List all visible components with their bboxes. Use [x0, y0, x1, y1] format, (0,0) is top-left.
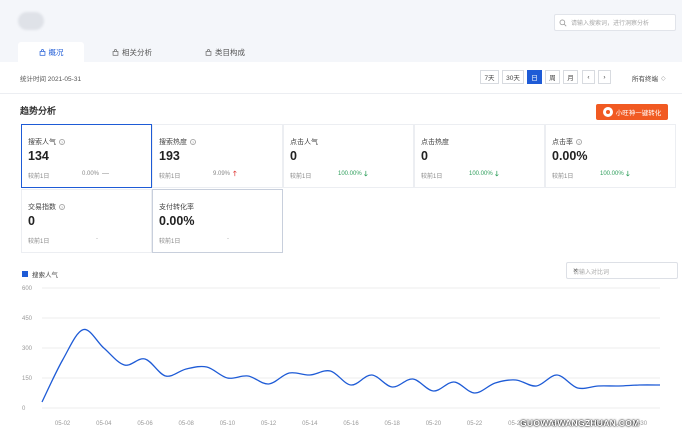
next-date-button[interactable]: ›: [598, 70, 611, 84]
help-icon: ?: [59, 139, 65, 145]
arrow-down-icon: 🡓: [495, 171, 499, 178]
legend-swatch: [22, 271, 28, 277]
metric-compare-label: 较前1日: [552, 174, 574, 180]
help-icon: ?: [190, 139, 196, 145]
tab-label: 相关分析: [122, 47, 152, 57]
metric-compare-label: 较前1日: [28, 239, 50, 245]
flat-trend-icon: —: [102, 170, 109, 177]
metric-change: -: [96, 236, 98, 242]
metric-card-click-rate[interactable]: 点击率? 0.00% 较前1日 100.00% 🡓: [545, 124, 676, 188]
watermark-text: GUOWAIWANGZHUAN.COM: [520, 418, 640, 428]
x-tick-label: 05-10: [220, 421, 236, 427]
tab-bar: 概况 相关分析 类目构成: [0, 38, 682, 62]
metric-compare-label: 较前1日: [290, 174, 312, 180]
x-tick-label: 05-18: [385, 421, 401, 427]
metric-card-trade-index[interactable]: 交易指数? 0 较前1日 -: [21, 189, 152, 253]
metric-card-search-heat[interactable]: 搜索热度? 193 较前1日 9.09% 🡑: [152, 124, 283, 188]
range-30d-button[interactable]: 30天: [502, 70, 524, 84]
metric-change: 100.00%: [338, 171, 362, 177]
prev-date-button[interactable]: ‹: [582, 70, 595, 84]
metric-value: 134: [28, 149, 49, 163]
metric-card-click-popularity[interactable]: 点击人气 0 较前1日 100.00% 🡓: [283, 124, 414, 188]
tab-related-analysis[interactable]: 相关分析: [112, 42, 152, 62]
x-tick-label: 05-02: [55, 421, 71, 427]
legend-label: 搜索人气: [32, 272, 58, 279]
close-icon[interactable]: ×: [573, 266, 670, 275]
metric-name: 搜索热度?: [159, 139, 196, 146]
range-7d-button[interactable]: 7天: [480, 70, 499, 84]
metric-compare-label: 较前1日: [28, 174, 50, 180]
metric-card-payment-conversion[interactable]: 支付转化率 0.00% 较前1日 -: [152, 189, 283, 253]
metric-compare-label: 较前1日: [159, 174, 181, 180]
terminal-select[interactable]: 所有终端 ◇: [632, 73, 666, 84]
metric-value: 0.00%: [159, 214, 195, 228]
metric-value: 0: [421, 149, 428, 163]
tab-category-composition[interactable]: 类目构成: [205, 42, 245, 62]
y-tick-label: 450: [22, 316, 33, 322]
tab-overview[interactable]: 概况: [18, 42, 84, 62]
metric-change: 100.00%: [469, 171, 493, 177]
tab-label: 概况: [48, 47, 64, 57]
metric-value: 193: [159, 149, 180, 163]
y-tick-label: 600: [22, 286, 33, 292]
section-title: 趋势分析: [20, 106, 57, 116]
metric-card-click-heat[interactable]: 点击热度 0 较前1日 100.00% 🡓: [414, 124, 545, 188]
stat-date: 统计时间 2021-05-31: [20, 76, 82, 83]
metric-value: 0: [290, 149, 297, 163]
compare-word-input[interactable]: 请输入对比词 ×: [566, 262, 678, 279]
arrow-up-icon: 🡑: [233, 171, 237, 178]
x-tick-label: 05-08: [179, 421, 195, 427]
search-placeholder: 请输入搜索词，进行洞察分析: [571, 21, 650, 27]
range-month-button[interactable]: 月: [563, 70, 578, 84]
x-tick-label: 05-04: [96, 421, 112, 427]
tab-label: 类目构成: [215, 47, 245, 57]
metric-value: 0.00%: [552, 149, 588, 163]
y-tick-label: 300: [22, 346, 33, 352]
search-icon: [559, 19, 567, 26]
x-tick-label: 05-20: [426, 421, 442, 427]
convert-button[interactable]: 小旺神一键转化: [596, 104, 668, 120]
help-icon: ?: [576, 139, 582, 145]
metric-name: 交易指数?: [28, 204, 65, 211]
metric-change: 100.00%: [600, 171, 624, 177]
metric-name: 搜索人气?: [28, 139, 65, 146]
top-bar: 请输入搜索词，进行洞察分析 概况 相关分析 类目构成: [0, 0, 682, 62]
series-line-search-popularity: [41, 328, 661, 403]
chevron-down-icon: ◇: [661, 75, 666, 82]
y-tick-label: 150: [22, 376, 33, 382]
bag-icon: [112, 48, 119, 56]
x-tick-label: 05-14: [302, 421, 318, 427]
y-tick-label: 0: [22, 406, 26, 412]
convert-button-label: 小旺神一键转化: [615, 110, 662, 117]
arrow-down-icon: 🡓: [626, 171, 630, 178]
metric-name: 点击率?: [552, 139, 582, 146]
x-tick-label: 05-06: [137, 421, 153, 427]
range-day-button[interactable]: 日: [527, 70, 542, 84]
mascot-icon: [602, 107, 613, 117]
bag-icon: [205, 48, 212, 56]
metric-change: 0.00%: [82, 171, 100, 177]
logo: [18, 12, 44, 30]
bag-icon: [39, 48, 45, 56]
arrow-down-icon: 🡓: [364, 171, 368, 178]
x-tick-label: 05-16: [343, 421, 359, 427]
metric-name: 点击热度: [421, 139, 449, 146]
x-tick-label: 05-22: [467, 421, 483, 427]
metric-card-search-popularity[interactable]: 搜索人气? 134 较前1日 0.00% —: [21, 124, 152, 188]
x-tick-label: 05-12: [261, 421, 277, 427]
trend-line-chart: 0 150 300 450 600 05-02 05-04 05-06 05-08 05-10 05…: [22, 286, 661, 427]
range-week-button[interactable]: 周: [545, 70, 560, 84]
metric-name: 支付转化率: [159, 204, 194, 211]
chart-legend[interactable]: 搜索人气: [22, 269, 58, 279]
metric-value: 0: [28, 214, 35, 228]
metric-change: 9.09%: [213, 171, 231, 177]
date-bar: 统计时间 2021-05-31 7天 30天 日 周 月 ‹ › 所有终端 ◇: [0, 62, 682, 94]
metric-compare-label: 较前1日: [421, 174, 443, 180]
metric-compare-label: 较前1日: [159, 239, 181, 245]
search-input[interactable]: 请输入搜索词，进行洞察分析: [554, 14, 676, 31]
terminal-label: 所有终端: [632, 76, 658, 83]
metric-name: 点击人气: [290, 139, 318, 146]
help-icon: ?: [59, 204, 65, 210]
metric-change: -: [227, 236, 229, 242]
